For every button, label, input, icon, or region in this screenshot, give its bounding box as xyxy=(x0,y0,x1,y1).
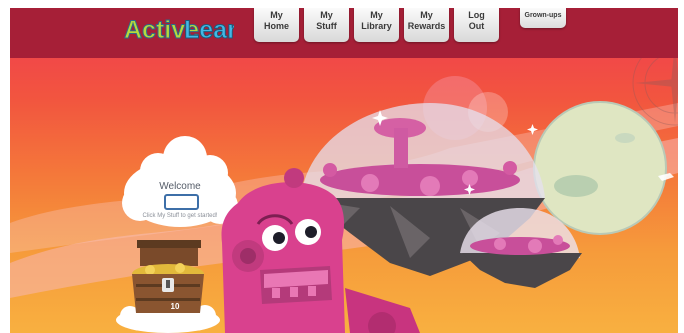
my-stuff-button[interactable]: My Stuff xyxy=(304,8,349,42)
logo-text-learn: Learn xyxy=(184,16,234,44)
my-rewards-button[interactable]: My Rewards xyxy=(404,8,449,42)
nav-label-line1: Log xyxy=(468,10,485,20)
nav-label-line2: Library xyxy=(361,21,392,31)
app-window: Active Learn My Home My Stuff My Library… xyxy=(0,0,684,333)
top-navigation-bar: Active Learn My Home My Stuff My Library… xyxy=(10,8,678,58)
reward-count: 10 xyxy=(170,302,180,311)
nav-label-line1: My xyxy=(320,10,333,20)
welcome-name-field[interactable] xyxy=(164,194,199,210)
planet-spot xyxy=(554,175,598,197)
my-home-button[interactable]: My Home xyxy=(254,8,299,42)
nav-label-line1: My xyxy=(370,10,383,20)
welcome-title: Welcome xyxy=(159,181,201,192)
welcome-hint-text: Click My Stuff to get started! xyxy=(142,213,218,219)
nav-label-line1: My xyxy=(270,10,283,20)
nav-label-line2: Rewards xyxy=(407,21,446,31)
nav-label-line2: Stuff xyxy=(316,21,337,31)
planet-icon xyxy=(533,101,667,235)
nav-label-line2: Out xyxy=(468,21,485,31)
log-out-button[interactable]: Log Out xyxy=(454,8,499,42)
nav-label-line1: My xyxy=(420,10,433,20)
nav-label-line2: Home xyxy=(263,21,289,31)
activelearn-logo[interactable]: Active Learn xyxy=(122,12,235,46)
planet-spot xyxy=(615,133,635,143)
my-library-button[interactable]: My Library xyxy=(354,8,399,42)
grown-ups-button[interactable]: Grown-ups xyxy=(520,8,566,28)
game-stage: Active Learn My Home My Stuff My Library… xyxy=(10,8,678,333)
